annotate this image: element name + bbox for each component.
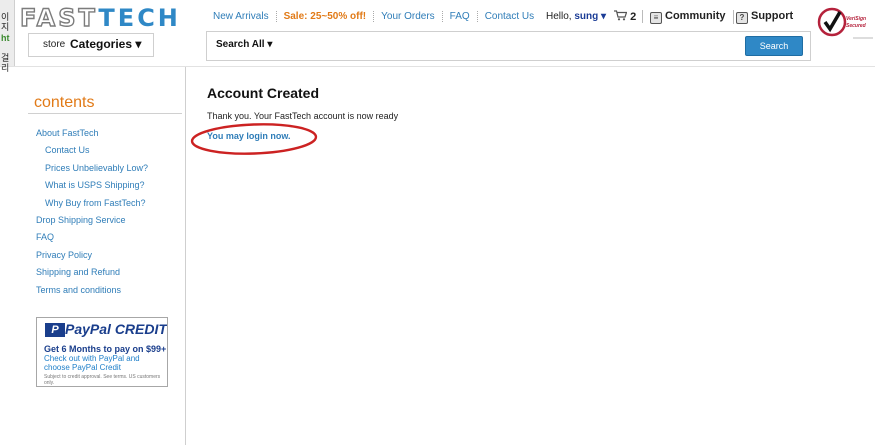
sidebar-links: About FastTech Contact Us Prices Unbelie… [36,127,148,301]
store-label: store [43,39,66,50]
page-title: Account Created [207,85,320,101]
paypal-logo-icon: P [45,323,65,337]
side-strip-text-1: 이지 [1,12,10,32]
sidebar-item-usps-shipping[interactable]: What is USPS Shipping? [36,179,148,196]
sidebar-item-prices[interactable]: Prices Unbelievably Low? [36,162,148,179]
cart-count: 2 [630,11,637,23]
store-categories-dropdown[interactable]: store Categories ▾ [28,33,154,57]
sidebar-item-terms[interactable]: Terms and conditions [36,284,148,301]
paypal-offer-text: Get 6 Months to pay on $99+ [44,344,167,354]
chat-bubble-icon: ≡ [650,12,662,24]
hello-text: Hello, [546,11,572,22]
categories-label: Categories ▾ [70,37,142,51]
username: sung ▾ [574,11,607,22]
sidebar-item-privacy-policy[interactable]: Privacy Policy [36,249,148,266]
paypal-checkout-text: Check out with PayPal and choose PayPal … [44,354,140,372]
sidebar-title: contents [34,94,95,111]
search-bar: Search All ▾ Search [206,31,811,61]
red-annotation-circle [190,123,318,155]
confirmation-message: Thank you. Your FastTech account is now … [207,111,399,121]
verisign-line1: VeriSign [846,16,867,22]
support-link[interactable]: ? Support [736,10,793,24]
search-scope-dropdown[interactable]: Search All ▾ [216,39,272,50]
sidebar-item-contact-us[interactable]: Contact Us [36,144,148,161]
sidebar-item-about-fasttech[interactable]: About FastTech [36,127,148,144]
browser-side-strip: 이지 ht 걸리 [0,0,15,73]
user-menu[interactable]: Hello, sung ▾ [546,11,606,22]
sidebar-item-drop-shipping[interactable]: Drop Shipping Service [36,214,148,231]
paypal-credit-banner[interactable]: P PayPal CREDIT Get 6 Months to pay on $… [36,317,168,387]
nav-your-orders[interactable]: Your Orders [373,11,442,22]
verisign-badge[interactable]: VeriSign Secured [817,7,875,41]
sidebar-item-why-buy[interactable]: Why Buy from FastTech? [36,197,148,214]
paypal-fine-print: Subject to credit approval. See terms. U… [44,374,161,386]
nav-faq[interactable]: FAQ [441,11,477,22]
sidebar-title-divider [28,113,182,114]
paypal-credit-title: PayPal CREDIT [65,321,167,337]
community-link[interactable]: ≡ Community [650,10,734,24]
support-label: Support [751,10,794,22]
side-strip-text-2: ht [1,33,10,43]
sidebar: contents About FastTech Contact Us Price… [0,67,186,445]
nav-new-arrivals[interactable]: New Arrivals [213,11,276,22]
community-label: Community [665,10,726,22]
logo-tech: TECH [98,4,181,32]
top-navigation: New Arrivals Sale: 25~50% off! Your Orders… [213,11,541,25]
nav-sale[interactable]: Sale: 25~50% off! [275,11,374,22]
logo-fast: FAST [19,3,99,32]
site-header: 이지 ht 걸리 FASTTECH store Categories ▾ New… [0,0,875,73]
verisign-line2: Secured [846,23,866,29]
fasttech-logo[interactable]: FASTTECH [19,3,181,32]
nav-contact-us[interactable]: Contact Us [476,11,541,22]
sidebar-item-shipping-refund[interactable]: Shipping and Refund [36,266,148,283]
sidebar-item-faq[interactable]: FAQ [36,231,148,248]
cart-button[interactable]: 2 [614,10,644,23]
question-icon: ? [736,12,748,24]
search-button[interactable]: Search [745,36,803,56]
cart-icon [614,10,628,21]
